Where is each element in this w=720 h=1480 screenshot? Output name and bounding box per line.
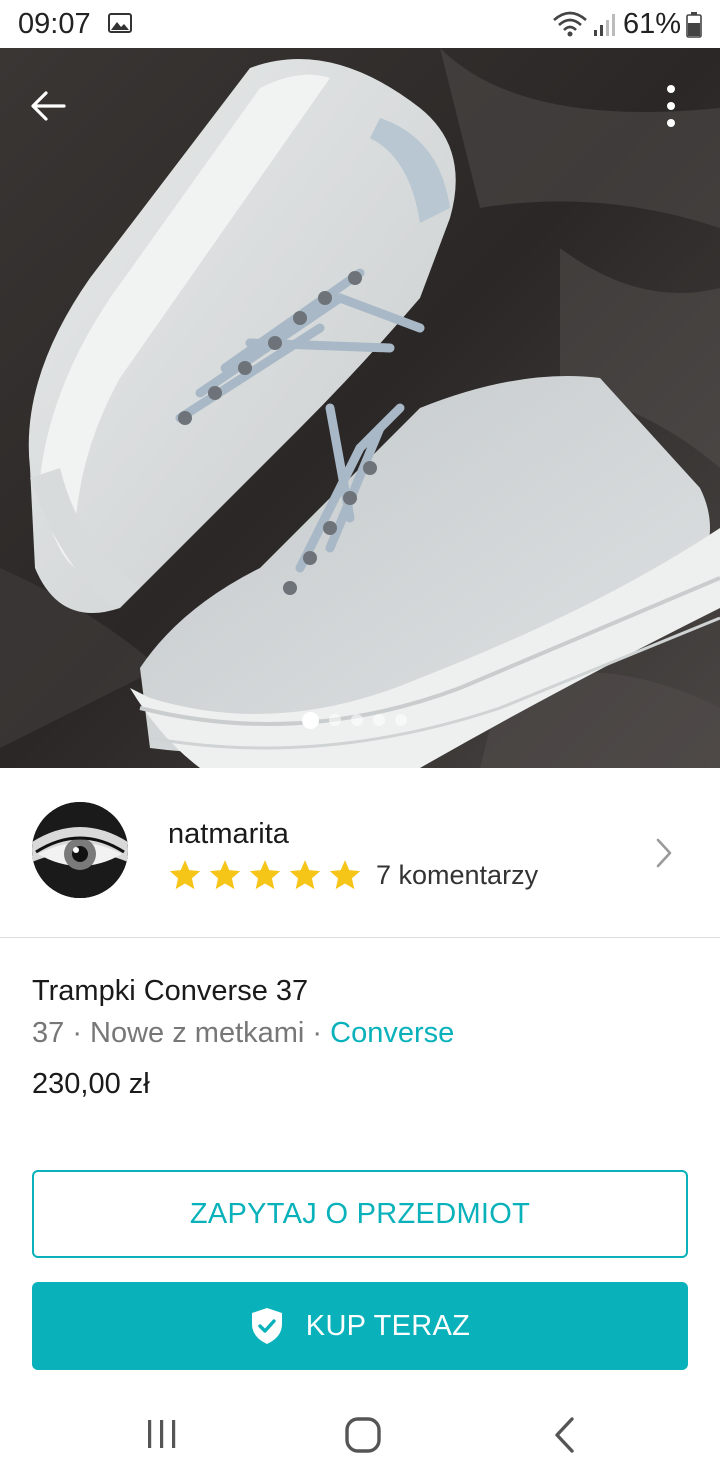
product-photo (0, 48, 720, 768)
carousel-dot[interactable] (395, 714, 407, 726)
battery-percent: 61% (623, 8, 682, 40)
carousel-dot[interactable] (329, 714, 341, 726)
carousel-dot[interactable] (351, 714, 363, 726)
battery-icon (686, 12, 702, 38)
system-navigation-bar (0, 1392, 720, 1480)
back-button[interactable] (20, 78, 76, 134)
carousel-dot-active[interactable] (302, 711, 319, 729)
carousel-dot[interactable] (373, 714, 385, 726)
nav-back-icon[interactable] (552, 1416, 576, 1454)
star-icon (169, 860, 201, 890)
star-icon (209, 860, 241, 890)
meta-separator: · (304, 1017, 331, 1049)
shield-check-icon (251, 1308, 282, 1344)
star-icon (249, 860, 281, 890)
item-title: Trampki Converse 37 (32, 975, 309, 1007)
more-vertical-icon (667, 85, 675, 127)
item-details: 37 · Nowe z metkami · Converse (32, 1017, 454, 1050)
seller-row[interactable]: natmarita 7 komentarzy (0, 768, 720, 938)
ask-button-label: ZAPYTAJ O PRZEDMIOT (189, 1197, 531, 1230)
item-size: 37 (32, 1017, 65, 1049)
meta-separator: · (64, 1017, 91, 1049)
item-price: 230,00 zł (32, 1068, 150, 1100)
seller-rating (168, 858, 362, 892)
signal-icon (594, 14, 615, 36)
gallery-notification-icon (108, 13, 132, 33)
reviews-count[interactable]: 7 komentarzy (376, 860, 538, 891)
status-time: 09:07 (18, 8, 91, 40)
recent-apps-icon[interactable] (146, 1418, 178, 1450)
item-condition: Nowe z metkami (90, 1017, 305, 1049)
avatar[interactable] (32, 802, 128, 898)
chevron-right-icon[interactable] (650, 836, 676, 870)
wifi-icon (553, 11, 587, 37)
buy-now-button[interactable]: KUP TERAZ (32, 1282, 688, 1370)
home-icon[interactable] (344, 1416, 382, 1454)
more-options-button[interactable] (646, 76, 696, 136)
item-brand-link[interactable]: Converse (330, 1017, 454, 1049)
buy-button-label: KUP TERAZ (305, 1309, 471, 1342)
back-arrow-icon (31, 91, 66, 121)
star-icon (329, 860, 361, 890)
avatar-image (32, 802, 128, 898)
star-icon (289, 860, 321, 890)
carousel-indicator (302, 711, 407, 729)
product-image-carousel[interactable] (0, 48, 720, 768)
status-bar: 09:07 61% (0, 0, 720, 48)
ask-about-item-button[interactable]: ZAPYTAJ O PRZEDMIOT (32, 1170, 688, 1258)
seller-username[interactable]: natmarita (168, 818, 289, 851)
